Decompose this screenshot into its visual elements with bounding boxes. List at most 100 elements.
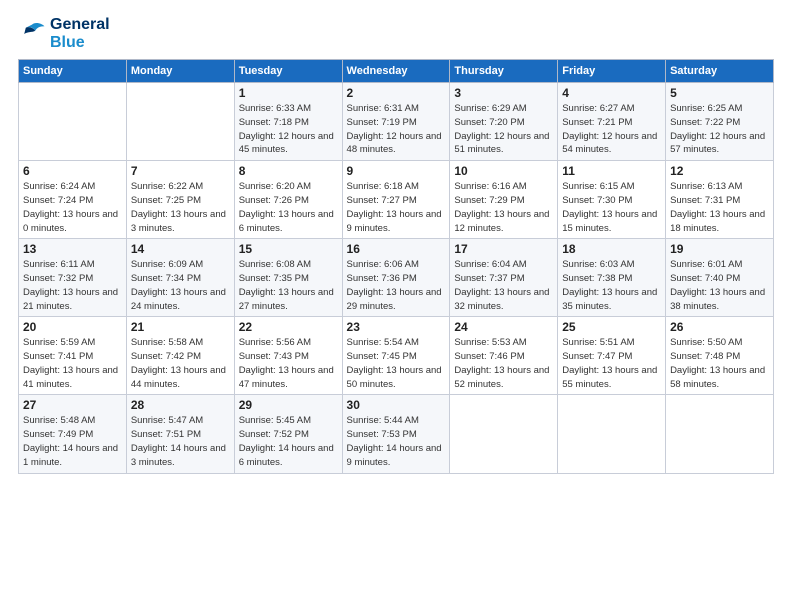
day-detail: Sunrise: 6:15 AMSunset: 7:30 PMDaylight:… <box>562 180 661 235</box>
day-number: 24 <box>454 320 553 334</box>
day-number: 21 <box>131 320 230 334</box>
day-detail: Sunrise: 6:27 AMSunset: 7:21 PMDaylight:… <box>562 102 661 157</box>
calendar-cell <box>558 395 666 473</box>
calendar-cell <box>19 83 127 161</box>
weekday-header: Saturday <box>666 60 774 83</box>
day-detail: Sunrise: 6:11 AMSunset: 7:32 PMDaylight:… <box>23 258 122 313</box>
calendar-cell: 6 Sunrise: 6:24 AMSunset: 7:24 PMDaylight… <box>19 161 127 239</box>
calendar-cell: 21 Sunrise: 5:58 AMSunset: 7:42 PMDayligh… <box>126 317 234 395</box>
calendar-cell: 19 Sunrise: 6:01 AMSunset: 7:40 PMDayligh… <box>666 239 774 317</box>
calendar-cell: 18 Sunrise: 6:03 AMSunset: 7:38 PMDayligh… <box>558 239 666 317</box>
day-detail: Sunrise: 5:50 AMSunset: 7:48 PMDaylight:… <box>670 336 769 391</box>
day-number: 20 <box>23 320 122 334</box>
day-number: 28 <box>131 398 230 412</box>
calendar-cell: 17 Sunrise: 6:04 AMSunset: 7:37 PMDayligh… <box>450 239 558 317</box>
logo-general: General <box>50 16 110 34</box>
calendar-header-row: SundayMondayTuesdayWednesdayThursdayFrid… <box>19 60 774 83</box>
day-detail: Sunrise: 5:48 AMSunset: 7:49 PMDaylight:… <box>23 414 122 469</box>
day-number: 30 <box>347 398 446 412</box>
day-detail: Sunrise: 6:06 AMSunset: 7:36 PMDaylight:… <box>347 258 446 313</box>
day-detail: Sunrise: 5:51 AMSunset: 7:47 PMDaylight:… <box>562 336 661 391</box>
day-detail: Sunrise: 6:25 AMSunset: 7:22 PMDaylight:… <box>670 102 769 157</box>
day-detail: Sunrise: 5:54 AMSunset: 7:45 PMDaylight:… <box>347 336 446 391</box>
calendar-cell: 22 Sunrise: 5:56 AMSunset: 7:43 PMDayligh… <box>234 317 342 395</box>
day-number: 16 <box>347 242 446 256</box>
logo-icon <box>18 20 46 48</box>
calendar-week-row: 1 Sunrise: 6:33 AMSunset: 7:18 PMDaylight… <box>19 83 774 161</box>
calendar-cell: 7 Sunrise: 6:22 AMSunset: 7:25 PMDaylight… <box>126 161 234 239</box>
weekday-header: Tuesday <box>234 60 342 83</box>
day-number: 4 <box>562 86 661 100</box>
day-detail: Sunrise: 6:18 AMSunset: 7:27 PMDaylight:… <box>347 180 446 235</box>
day-detail: Sunrise: 6:24 AMSunset: 7:24 PMDaylight:… <box>23 180 122 235</box>
day-number: 22 <box>239 320 338 334</box>
day-detail: Sunrise: 6:08 AMSunset: 7:35 PMDaylight:… <box>239 258 338 313</box>
header: General Blue <box>18 16 774 51</box>
day-number: 18 <box>562 242 661 256</box>
calendar-cell <box>126 83 234 161</box>
weekday-header: Monday <box>126 60 234 83</box>
weekday-header: Friday <box>558 60 666 83</box>
day-number: 5 <box>670 86 769 100</box>
weekday-header: Wednesday <box>342 60 450 83</box>
calendar-cell: 28 Sunrise: 5:47 AMSunset: 7:51 PMDayligh… <box>126 395 234 473</box>
calendar-cell: 10 Sunrise: 6:16 AMSunset: 7:29 PMDayligh… <box>450 161 558 239</box>
day-detail: Sunrise: 6:04 AMSunset: 7:37 PMDaylight:… <box>454 258 553 313</box>
day-detail: Sunrise: 5:59 AMSunset: 7:41 PMDaylight:… <box>23 336 122 391</box>
day-detail: Sunrise: 5:47 AMSunset: 7:51 PMDaylight:… <box>131 414 230 469</box>
calendar-week-row: 20 Sunrise: 5:59 AMSunset: 7:41 PMDayligh… <box>19 317 774 395</box>
day-detail: Sunrise: 5:58 AMSunset: 7:42 PMDaylight:… <box>131 336 230 391</box>
calendar-cell: 9 Sunrise: 6:18 AMSunset: 7:27 PMDaylight… <box>342 161 450 239</box>
calendar-cell: 25 Sunrise: 5:51 AMSunset: 7:47 PMDayligh… <box>558 317 666 395</box>
day-number: 13 <box>23 242 122 256</box>
day-detail: Sunrise: 6:31 AMSunset: 7:19 PMDaylight:… <box>347 102 446 157</box>
calendar-week-row: 27Sunrise: 5:48 AMSunset: 7:49 PMDayligh… <box>19 395 774 473</box>
day-number: 1 <box>239 86 338 100</box>
calendar-cell <box>666 395 774 473</box>
day-number: 9 <box>347 164 446 178</box>
calendar-cell: 11 Sunrise: 6:15 AMSunset: 7:30 PMDayligh… <box>558 161 666 239</box>
calendar-cell: 3 Sunrise: 6:29 AMSunset: 7:20 PMDaylight… <box>450 83 558 161</box>
calendar-cell: 14 Sunrise: 6:09 AMSunset: 7:34 PMDayligh… <box>126 239 234 317</box>
day-number: 2 <box>347 86 446 100</box>
day-number: 10 <box>454 164 553 178</box>
calendar-cell: 13 Sunrise: 6:11 AMSunset: 7:32 PMDayligh… <box>19 239 127 317</box>
day-number: 8 <box>239 164 338 178</box>
calendar-cell: 30Sunrise: 5:44 AMSunset: 7:53 PMDayligh… <box>342 395 450 473</box>
day-detail: Sunrise: 6:03 AMSunset: 7:38 PMDaylight:… <box>562 258 661 313</box>
logo-blue: Blue <box>50 34 110 52</box>
calendar-cell: 24Sunrise: 5:53 AMSunset: 7:46 PMDayligh… <box>450 317 558 395</box>
day-number: 12 <box>670 164 769 178</box>
day-number: 7 <box>131 164 230 178</box>
day-detail: Sunrise: 6:09 AMSunset: 7:34 PMDaylight:… <box>131 258 230 313</box>
calendar-cell: 29Sunrise: 5:45 AMSunset: 7:52 PMDayligh… <box>234 395 342 473</box>
day-number: 25 <box>562 320 661 334</box>
day-number: 3 <box>454 86 553 100</box>
logo: General Blue <box>18 16 110 51</box>
day-detail: Sunrise: 6:22 AMSunset: 7:25 PMDaylight:… <box>131 180 230 235</box>
day-number: 6 <box>23 164 122 178</box>
day-detail: Sunrise: 6:20 AMSunset: 7:26 PMDaylight:… <box>239 180 338 235</box>
calendar-cell: 12 Sunrise: 6:13 AMSunset: 7:31 PMDayligh… <box>666 161 774 239</box>
day-number: 14 <box>131 242 230 256</box>
calendar-cell: 23Sunrise: 5:54 AMSunset: 7:45 PMDayligh… <box>342 317 450 395</box>
day-detail: Sunrise: 6:33 AMSunset: 7:18 PMDaylight:… <box>239 102 338 157</box>
calendar-cell: 1 Sunrise: 6:33 AMSunset: 7:18 PMDaylight… <box>234 83 342 161</box>
calendar-cell <box>450 395 558 473</box>
page: General Blue SundayMondayTuesdayWednesda… <box>0 0 792 612</box>
weekday-header: Sunday <box>19 60 127 83</box>
calendar-cell: 27Sunrise: 5:48 AMSunset: 7:49 PMDayligh… <box>19 395 127 473</box>
calendar-table: SundayMondayTuesdayWednesdayThursdayFrid… <box>18 59 774 473</box>
calendar-cell: 4 Sunrise: 6:27 AMSunset: 7:21 PMDaylight… <box>558 83 666 161</box>
weekday-header: Thursday <box>450 60 558 83</box>
day-number: 19 <box>670 242 769 256</box>
day-detail: Sunrise: 6:13 AMSunset: 7:31 PMDaylight:… <box>670 180 769 235</box>
day-number: 26 <box>670 320 769 334</box>
day-detail: Sunrise: 5:56 AMSunset: 7:43 PMDaylight:… <box>239 336 338 391</box>
calendar-body: 1 Sunrise: 6:33 AMSunset: 7:18 PMDaylight… <box>19 83 774 473</box>
day-detail: Sunrise: 6:16 AMSunset: 7:29 PMDaylight:… <box>454 180 553 235</box>
day-detail: Sunrise: 6:29 AMSunset: 7:20 PMDaylight:… <box>454 102 553 157</box>
day-number: 17 <box>454 242 553 256</box>
day-detail: Sunrise: 6:01 AMSunset: 7:40 PMDaylight:… <box>670 258 769 313</box>
day-number: 11 <box>562 164 661 178</box>
